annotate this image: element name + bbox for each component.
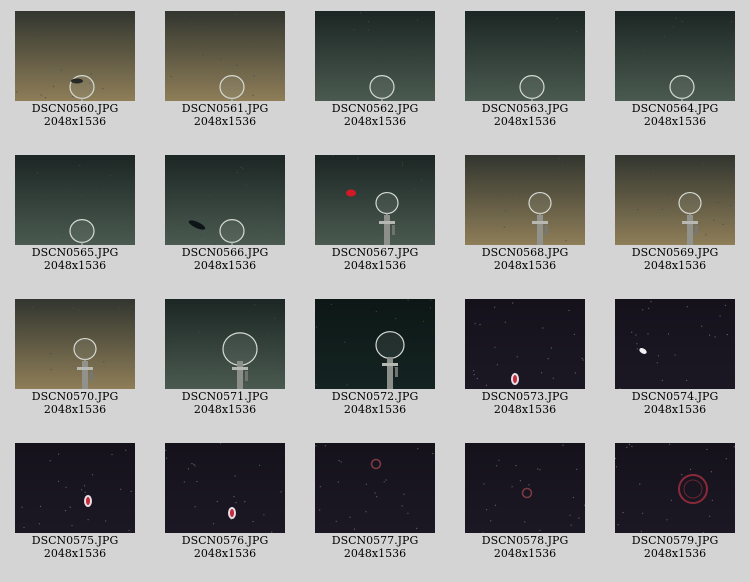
gallery-item[interactable]: DSCN0571.JPG 2048x1536	[150, 288, 300, 428]
filename-label[interactable]: DSCN0578.JPG	[450, 534, 600, 547]
thumbnail-image[interactable]	[15, 155, 135, 245]
filename-label[interactable]: DSCN0579.JPG	[600, 534, 750, 547]
dimensions-label: 2048x1536	[43, 115, 107, 128]
dimensions-label: 2048x1536	[643, 547, 707, 560]
gallery-item[interactable]: DSCN0576.JPG 2048x1536	[150, 432, 300, 572]
thumbnail-grid: DSCN0560.JPG 2048x1536 DSCN0561.JPG 2048x15…	[0, 0, 750, 582]
thumbnail-image[interactable]	[15, 299, 135, 389]
filename-label[interactable]: DSCN0575.JPG	[0, 534, 150, 547]
filename-label[interactable]: DSCN0565.JPG	[0, 246, 150, 259]
dimensions-label: 2048x1536	[643, 115, 707, 128]
dimensions-label: 2048x1536	[193, 403, 257, 416]
dimensions-label: 2048x1536	[343, 259, 407, 272]
thumbnail-image[interactable]	[465, 443, 585, 533]
thumbnail-image[interactable]	[615, 155, 735, 245]
dimensions-label: 2048x1536	[493, 115, 557, 128]
filename-label[interactable]: DSCN0577.JPG	[300, 534, 450, 547]
gallery-item[interactable]: DSCN0564.JPG 2048x1536	[600, 0, 750, 140]
dimensions-label: 2048x1536	[193, 547, 257, 560]
dimensions-label: 2048x1536	[643, 403, 707, 416]
filename-label[interactable]: DSCN0563.JPG	[450, 102, 600, 115]
filename-label[interactable]: DSCN0568.JPG	[450, 246, 600, 259]
gallery-item[interactable]: DSCN0572.JPG 2048x1536	[300, 288, 450, 428]
thumbnail-image[interactable]	[615, 299, 735, 389]
thumbnail-image[interactable]	[315, 155, 435, 245]
thumbnail-image[interactable]	[465, 299, 585, 389]
filename-label[interactable]: DSCN0561.JPG	[150, 102, 300, 115]
filename-label[interactable]: DSCN0572.JPG	[300, 390, 450, 403]
thumbnail-image[interactable]	[165, 443, 285, 533]
dimensions-label: 2048x1536	[643, 259, 707, 272]
gallery-item[interactable]: DSCN0567.JPG 2048x1536	[300, 144, 450, 284]
dimensions-label: 2048x1536	[343, 115, 407, 128]
gallery-item[interactable]: DSCN0569.JPG 2048x1536	[600, 144, 750, 284]
thumbnail-image[interactable]	[315, 443, 435, 533]
gallery-item[interactable]: DSCN0570.JPG 2048x1536	[0, 288, 150, 428]
thumbnail-image[interactable]	[465, 155, 585, 245]
filename-label[interactable]: DSCN0570.JPG	[0, 390, 150, 403]
dimensions-label: 2048x1536	[193, 259, 257, 272]
gallery-item[interactable]: DSCN0579.JPG 2048x1536	[600, 432, 750, 572]
dimensions-label: 2048x1536	[43, 547, 107, 560]
dimensions-label: 2048x1536	[493, 259, 557, 272]
filename-label[interactable]: DSCN0576.JPG	[150, 534, 300, 547]
thumbnail-image[interactable]	[465, 11, 585, 101]
filename-label[interactable]: DSCN0566.JPG	[150, 246, 300, 259]
dimensions-label: 2048x1536	[493, 403, 557, 416]
thumbnail-image[interactable]	[315, 299, 435, 389]
gallery-item[interactable]: DSCN0575.JPG 2048x1536	[0, 432, 150, 572]
gallery-item[interactable]: DSCN0574.JPG 2048x1536	[600, 288, 750, 428]
thumbnail-image[interactable]	[615, 443, 735, 533]
gallery-item[interactable]: DSCN0562.JPG 2048x1536	[300, 0, 450, 140]
filename-label[interactable]: DSCN0573.JPG	[450, 390, 600, 403]
filename-label[interactable]: DSCN0562.JPG	[300, 102, 450, 115]
filename-label[interactable]: DSCN0574.JPG	[600, 390, 750, 403]
gallery-item[interactable]: DSCN0577.JPG 2048x1536	[300, 432, 450, 572]
gallery-item[interactable]: DSCN0560.JPG 2048x1536	[0, 0, 150, 140]
filename-label[interactable]: DSCN0571.JPG	[150, 390, 300, 403]
thumbnail-image[interactable]	[15, 443, 135, 533]
filename-label[interactable]: DSCN0564.JPG	[600, 102, 750, 115]
thumbnail-image[interactable]	[315, 11, 435, 101]
thumbnail-image[interactable]	[165, 11, 285, 101]
dimensions-label: 2048x1536	[493, 547, 557, 560]
dimensions-label: 2048x1536	[343, 403, 407, 416]
thumbnail-image[interactable]	[615, 11, 735, 101]
gallery-item[interactable]: DSCN0561.JPG 2048x1536	[150, 0, 300, 140]
filename-label[interactable]: DSCN0569.JPG	[600, 246, 750, 259]
gallery-item[interactable]: DSCN0566.JPG 2048x1536	[150, 144, 300, 284]
gallery-item[interactable]: DSCN0573.JPG 2048x1536	[450, 288, 600, 428]
thumbnail-image[interactable]	[165, 155, 285, 245]
gallery-item[interactable]: DSCN0578.JPG 2048x1536	[450, 432, 600, 572]
gallery-item[interactable]: DSCN0563.JPG 2048x1536	[450, 0, 600, 140]
thumbnail-image[interactable]	[165, 299, 285, 389]
dimensions-label: 2048x1536	[43, 403, 107, 416]
dimensions-label: 2048x1536	[43, 259, 107, 272]
gallery-item[interactable]: DSCN0568.JPG 2048x1536	[450, 144, 600, 284]
filename-label[interactable]: DSCN0560.JPG	[0, 102, 150, 115]
gallery-item[interactable]: DSCN0565.JPG 2048x1536	[0, 144, 150, 284]
thumbnail-image[interactable]	[15, 11, 135, 101]
dimensions-label: 2048x1536	[193, 115, 257, 128]
dimensions-label: 2048x1536	[343, 547, 407, 560]
filename-label[interactable]: DSCN0567.JPG	[300, 246, 450, 259]
